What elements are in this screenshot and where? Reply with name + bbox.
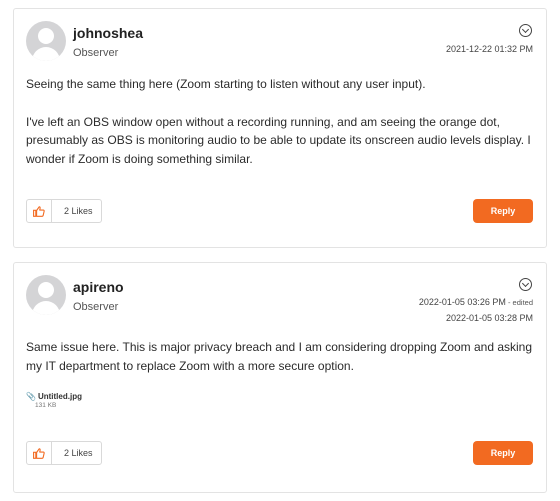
avatar-body-shape [32,47,60,61]
edited-label[interactable]: - edited [506,298,533,307]
thumbs-up-icon [33,447,45,459]
post-date: 2021-12-22 01:32 PM [446,44,533,54]
post-date-text: 2021-12-22 01:32 PM [445,44,533,54]
reply-post: apireno Observer 2022-01-05 03:26 PM - e… [13,262,547,493]
kudos-control: 2 Likes [26,441,102,465]
post-date: 2022-01-05 03:26 PM - edited [419,297,533,307]
likes-count[interactable]: 2 Likes [52,448,93,458]
user-role: Observer [73,301,119,313]
likes-count[interactable]: 2 Likes [52,206,93,216]
attachment[interactable]: 📎 Untitled.jpg 131 KB [26,392,82,409]
attachment-size: 131 KB [35,402,57,409]
thumbs-up-icon [33,205,45,217]
paperclip-icon: 📎 [26,392,36,401]
user-role: Observer [73,47,119,59]
reply-post: johnoshea Observer 2021-12-22 01:32 PM S… [13,8,547,248]
avatar-head-shape [38,282,54,298]
avatar[interactable] [26,275,66,315]
avatar-body-shape [32,301,60,315]
reply-button[interactable]: Reply [473,199,533,223]
username[interactable]: apireno [73,279,124,295]
post-edit-date: 2022-01-05 03:28 PM [446,313,533,323]
avatar-head-shape [38,28,54,44]
post-paragraph: I've left an OBS window open without a r… [26,114,531,166]
username[interactable]: johnoshea [73,25,143,41]
options-chevron-icon[interactable] [519,278,532,291]
reply-button[interactable]: Reply [473,441,533,465]
post-date-text: 2022-01-05 03:26 PM [418,297,506,307]
like-button[interactable] [27,442,52,464]
kudos-control: 2 Likes [26,199,102,223]
post-paragraph: Same issue here. This is major privacy b… [26,340,533,373]
post-paragraph: Seeing the same thing here (Zoom startin… [26,77,426,91]
post-body: Seeing the same thing here (Zoom startin… [26,75,534,168]
post-body: Same issue here. This is major privacy b… [26,338,534,375]
avatar[interactable] [26,21,66,61]
attachment-filename[interactable]: Untitled.jpg [38,392,82,401]
like-button[interactable] [27,200,52,222]
options-chevron-icon[interactable] [519,24,532,37]
post-date-text: 2022-01-05 03:28 PM [445,313,533,323]
